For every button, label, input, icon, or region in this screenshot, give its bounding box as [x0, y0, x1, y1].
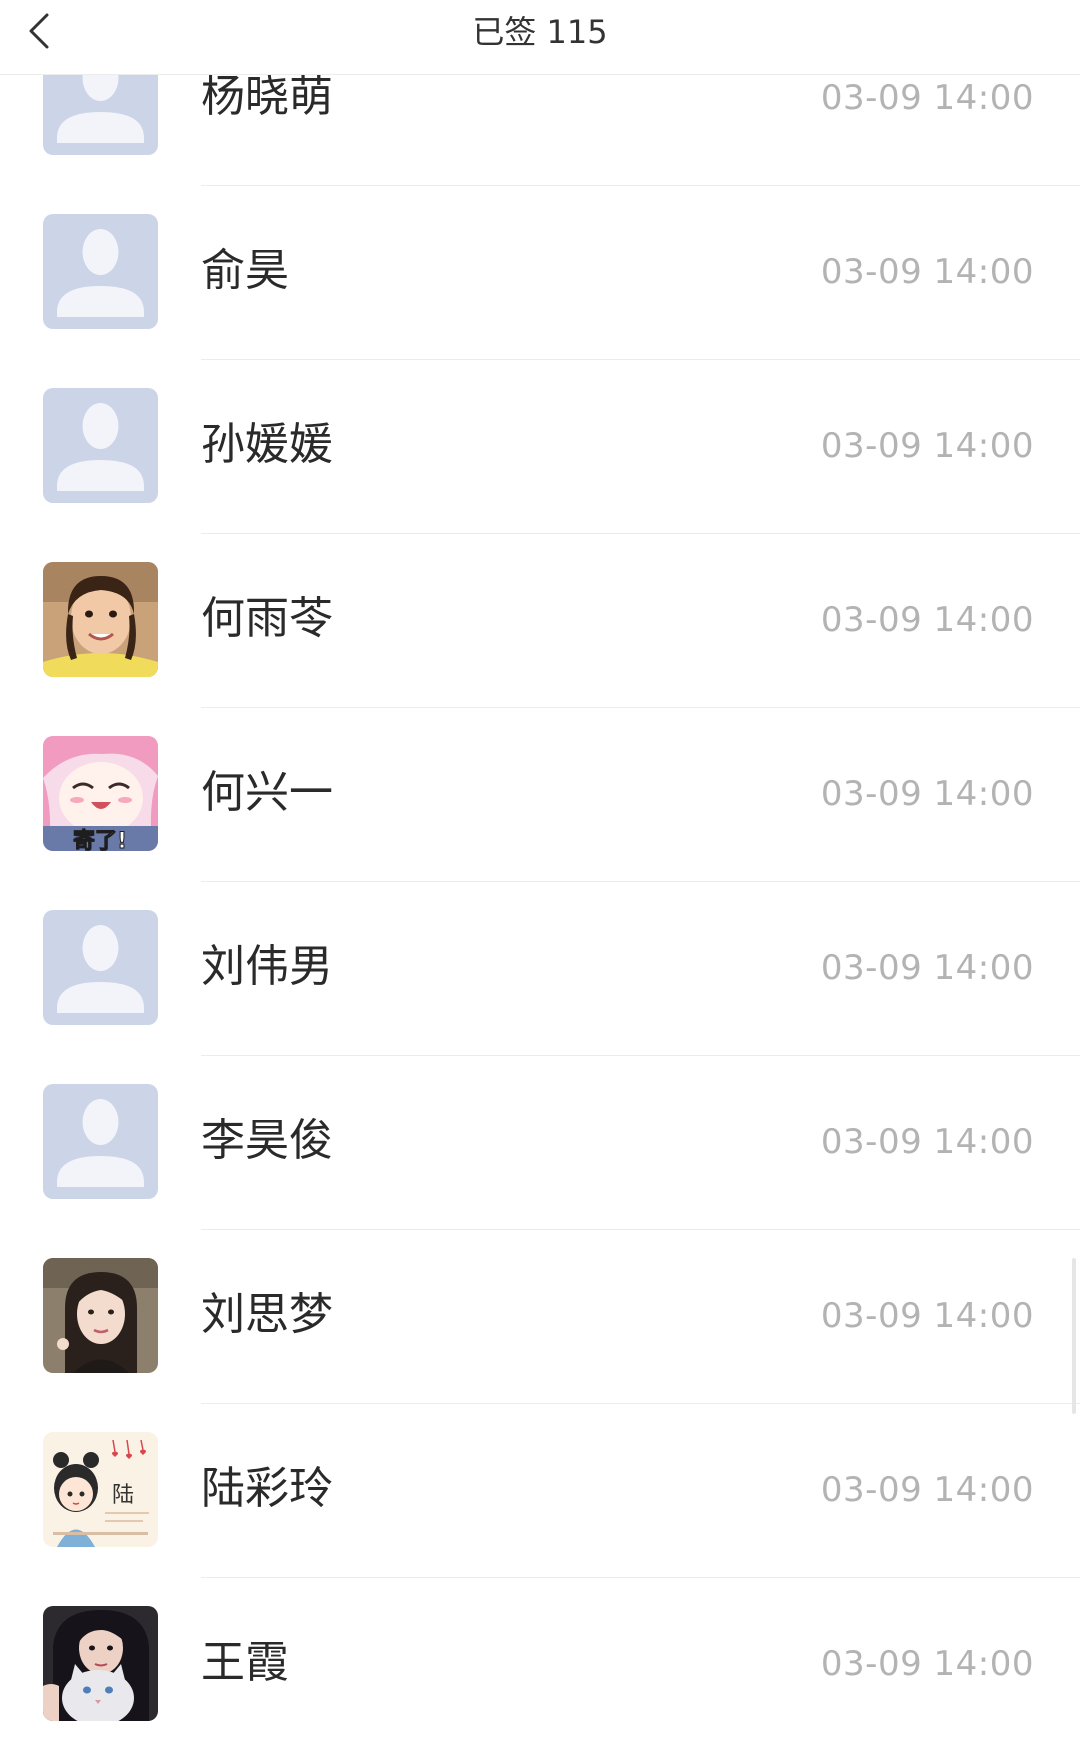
sign-time: 03-09 14:00: [820, 1470, 1034, 1510]
cartoon-girl-avatar: 陆: [43, 1432, 158, 1547]
sign-time: 03-09 14:00: [820, 78, 1034, 118]
user-name: 李昊俊: [201, 1115, 333, 1166]
user-name: 杨晓萌: [201, 71, 333, 122]
list-item[interactable]: 王霞 03-09 14:00: [0, 1577, 1080, 1751]
default-person-icon: [43, 214, 158, 329]
sign-time: 03-09 14:00: [820, 1296, 1034, 1336]
list-item[interactable]: 何雨苓 03-09 14:00: [0, 533, 1080, 708]
default-person-icon: [43, 1084, 158, 1199]
nav-header: 已签 115: [0, 0, 1080, 75]
sign-time: 03-09 14:00: [820, 1122, 1034, 1162]
woman-selfie-avatar: [43, 1258, 158, 1373]
list-item[interactable]: 俞昊 03-09 14:00: [0, 185, 1080, 360]
default-person-icon: [43, 388, 158, 503]
list-item[interactable]: 刘思梦 03-09 14:00: [0, 1229, 1080, 1404]
anime-sticker-avatar: 寄了!: [43, 736, 158, 851]
user-name: 何兴一: [201, 767, 333, 818]
avatar-caption: 陆: [112, 1483, 134, 1508]
user-name: 俞昊: [201, 245, 289, 296]
page-title: 已签 115: [472, 13, 608, 51]
sign-time: 03-09 14:00: [820, 774, 1034, 814]
list-item[interactable]: 孙媛媛 03-09 14:00: [0, 359, 1080, 534]
sign-time: 03-09 14:00: [820, 426, 1034, 466]
list-item[interactable]: 寄了! 何兴一 03-09 14:00: [0, 707, 1080, 882]
list-item[interactable]: 刘伟男 03-09 14:00: [0, 881, 1080, 1056]
woman-with-cat-avatar: [43, 1606, 158, 1721]
user-name: 刘伟男: [201, 941, 333, 992]
list-item[interactable]: 陆 陆彩玲 03-09 14:00: [0, 1403, 1080, 1578]
user-name: 孙媛媛: [201, 419, 333, 470]
sign-time: 03-09 14:00: [820, 1644, 1034, 1684]
sign-time: 03-09 14:00: [820, 252, 1034, 292]
child-photo-avatar: [43, 562, 158, 677]
user-name: 刘思梦: [201, 1289, 333, 1340]
user-name: 王霞: [201, 1637, 289, 1688]
avatar-caption: 寄了!: [73, 828, 127, 851]
scrollbar[interactable]: [1072, 1258, 1076, 1414]
default-person-icon: [43, 910, 158, 1025]
list-item[interactable]: 李昊俊 03-09 14:00: [0, 1055, 1080, 1230]
user-name: 陆彩玲: [201, 1463, 333, 1514]
user-name: 何雨苓: [201, 593, 333, 644]
sign-time: 03-09 14:00: [820, 948, 1034, 988]
sign-time: 03-09 14:00: [820, 600, 1034, 640]
